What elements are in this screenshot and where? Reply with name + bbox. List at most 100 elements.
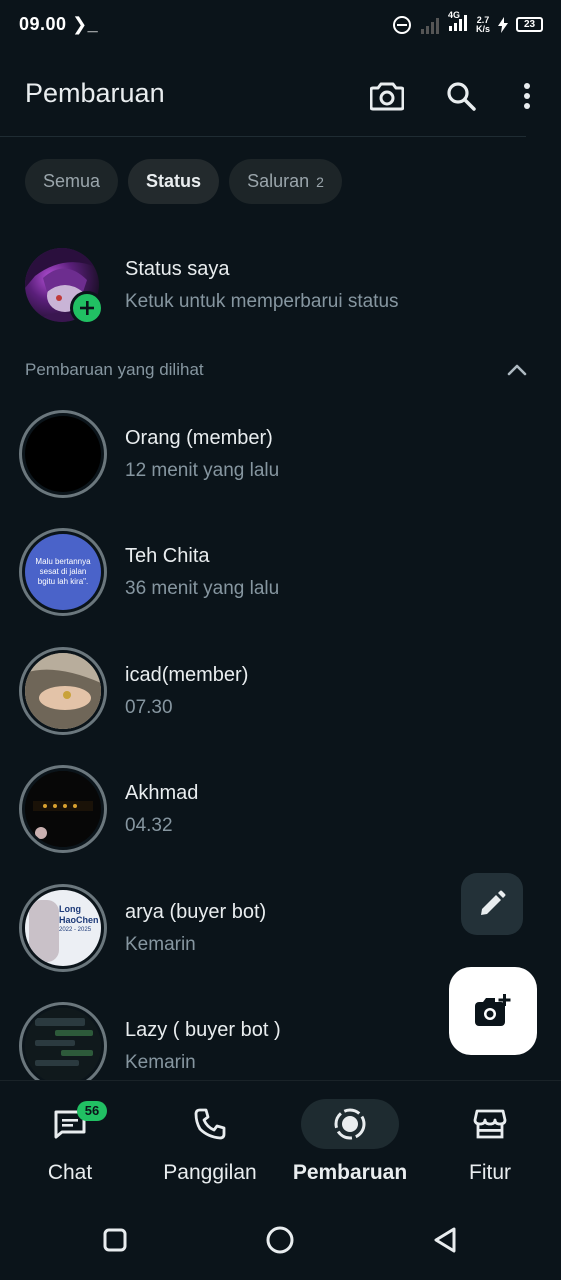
my-status-subtitle: Ketuk untuk memperbarui status xyxy=(125,291,399,312)
nav-calls[interactable]: Panggilan xyxy=(140,1099,280,1185)
status-row[interactable]: Malu bertannya sesat di jalan bgitu lah … xyxy=(0,501,561,619)
nav-label: Pembaruan xyxy=(292,1161,408,1184)
status-thumbnail: Malu bertannya sesat di jalan bgitu lah … xyxy=(25,534,101,610)
more-options-button[interactable] xyxy=(507,76,547,116)
search-button[interactable] xyxy=(441,76,481,116)
status-time: 36 menit yang lalu xyxy=(125,578,280,599)
status-name: icad(member) xyxy=(125,664,249,686)
status-thumbnail xyxy=(25,1008,101,1080)
status-thumbnail xyxy=(25,416,101,492)
page-title: Pembaruan xyxy=(25,78,165,108)
camera-icon xyxy=(370,82,404,111)
terminal-icon: ❯_ xyxy=(72,14,99,34)
status-ring: Malu bertannya sesat di jalan bgitu lah … xyxy=(19,528,107,616)
recents-button[interactable] xyxy=(100,1225,130,1255)
thumbnail-text: Malu bertannya sesat di jalan bgitu lah … xyxy=(35,557,91,586)
nav-icon-container: 56 xyxy=(21,1099,119,1149)
plus-icon xyxy=(80,301,94,315)
back-button[interactable] xyxy=(430,1225,460,1255)
add-status-button[interactable] xyxy=(70,291,104,325)
filter-chip-semua[interactable]: Semua xyxy=(25,159,119,204)
my-status-title: Status saya xyxy=(125,258,230,280)
nav-label: Panggilan xyxy=(163,1161,257,1184)
status-time: 04.32 xyxy=(125,815,173,836)
status-time: 12 menit yang lalu xyxy=(125,460,280,481)
filter-chip-saluran[interactable]: Saluran 2 xyxy=(229,159,342,204)
status-thumbnail: Long HaoChen 2022 - 2025 xyxy=(25,890,101,966)
clock-text: 09.00 xyxy=(19,14,67,34)
status-time: Kemarin xyxy=(125,1052,196,1073)
thumbnail-text: 2022 - 2025 xyxy=(59,927,92,933)
signal-sim1-icon xyxy=(420,17,439,34)
status-ring xyxy=(19,410,107,498)
text-status-button[interactable] xyxy=(461,873,523,935)
triangle-back-icon xyxy=(434,1227,456,1253)
search-icon xyxy=(447,82,476,111)
pencil-icon xyxy=(481,890,506,915)
status-text: arya (buyer bot) Kemarin xyxy=(125,901,266,956)
battery-indicator: 23 xyxy=(516,17,543,32)
chip-label: Semua xyxy=(43,171,101,191)
chip-label: Saluran xyxy=(247,171,310,191)
filter-chips: Semua Status Saluran 2 xyxy=(25,159,342,204)
chevron-up-icon xyxy=(507,364,527,376)
more-vert-icon xyxy=(524,83,530,109)
chip-label: Status xyxy=(146,171,202,191)
status-row[interactable]: Akhmad 04.32 xyxy=(0,738,561,856)
phone-icon xyxy=(194,1108,226,1140)
camera-button[interactable] xyxy=(367,76,407,116)
filter-chip-status[interactable]: Status xyxy=(128,159,220,204)
unread-badge: 56 xyxy=(77,1101,107,1121)
status-text: Lazy ( buyer bot ) Kemarin xyxy=(125,1019,281,1074)
collapse-section-button[interactable] xyxy=(505,358,529,382)
signal-sim2: 4G xyxy=(447,10,468,36)
speed-unit: K/s xyxy=(475,23,490,34)
chip-count: 2 xyxy=(316,173,324,190)
thumbnail-text: HaoChen xyxy=(59,915,99,925)
charging-icon xyxy=(498,16,508,33)
camera-status-button[interactable] xyxy=(449,967,537,1055)
store-icon xyxy=(473,1109,507,1139)
app-header: Pembaruan xyxy=(0,60,561,132)
network-speed: 2.7 K/s xyxy=(475,15,490,34)
nav-label: Chat xyxy=(47,1161,93,1184)
nav-icon-container xyxy=(161,1099,259,1149)
status-text: icad(member) 07.30 xyxy=(125,664,248,719)
status-row[interactable]: Orang (member) 12 menit yang lalu xyxy=(0,383,561,501)
status-ring xyxy=(19,765,107,853)
nav-icon-container xyxy=(441,1099,539,1149)
thumbnail-art xyxy=(25,1008,101,1080)
nav-features[interactable]: Fitur xyxy=(420,1099,560,1185)
add-camera-icon xyxy=(475,994,511,1026)
status-text: Orang (member) 12 menit yang lalu xyxy=(125,427,279,482)
status-time: 07.30 xyxy=(125,697,173,718)
updates-icon xyxy=(334,1108,366,1140)
nav-chat[interactable]: 56 Chat xyxy=(0,1099,140,1185)
nav-updates[interactable]: Pembaruan xyxy=(280,1099,420,1185)
dnd-icon xyxy=(392,15,411,34)
status-time: Kemarin xyxy=(125,934,196,955)
status-name: Lazy ( buyer bot ) xyxy=(125,1019,281,1041)
nav-icon-container xyxy=(301,1099,399,1149)
thumbnail-art xyxy=(25,771,101,847)
bottom-navigation: 56 Chat Panggilan Pembaruan Fitur xyxy=(0,1080,561,1195)
my-status-row[interactable]: Status saya Ketuk untuk memperbarui stat… xyxy=(25,248,525,325)
status-name: arya (buyer bot) xyxy=(125,901,267,923)
status-name: Teh Chita xyxy=(125,545,210,567)
portrait-shape xyxy=(29,900,59,962)
system-status-bar: 09.00 ❯_ 4G 2.7 K/s 23 xyxy=(0,0,561,50)
header-divider xyxy=(0,136,526,137)
status-icons: 4G 2.7 K/s 23 xyxy=(392,10,543,36)
network-type: 4G xyxy=(447,10,460,20)
status-text: Akhmad 04.32 xyxy=(125,782,198,837)
circle-icon xyxy=(266,1226,294,1254)
status-text: Teh Chita 36 menit yang lalu xyxy=(125,545,279,600)
status-thumbnail xyxy=(25,653,101,729)
thumbnail-text: Long xyxy=(59,904,81,914)
my-status-text: Status saya Ketuk untuk memperbarui stat… xyxy=(125,258,399,313)
square-icon xyxy=(103,1228,127,1252)
thumbnail-art xyxy=(25,653,101,729)
home-button[interactable] xyxy=(265,1225,295,1255)
status-ring xyxy=(19,647,107,735)
status-row[interactable]: icad(member) 07.30 xyxy=(0,620,561,738)
